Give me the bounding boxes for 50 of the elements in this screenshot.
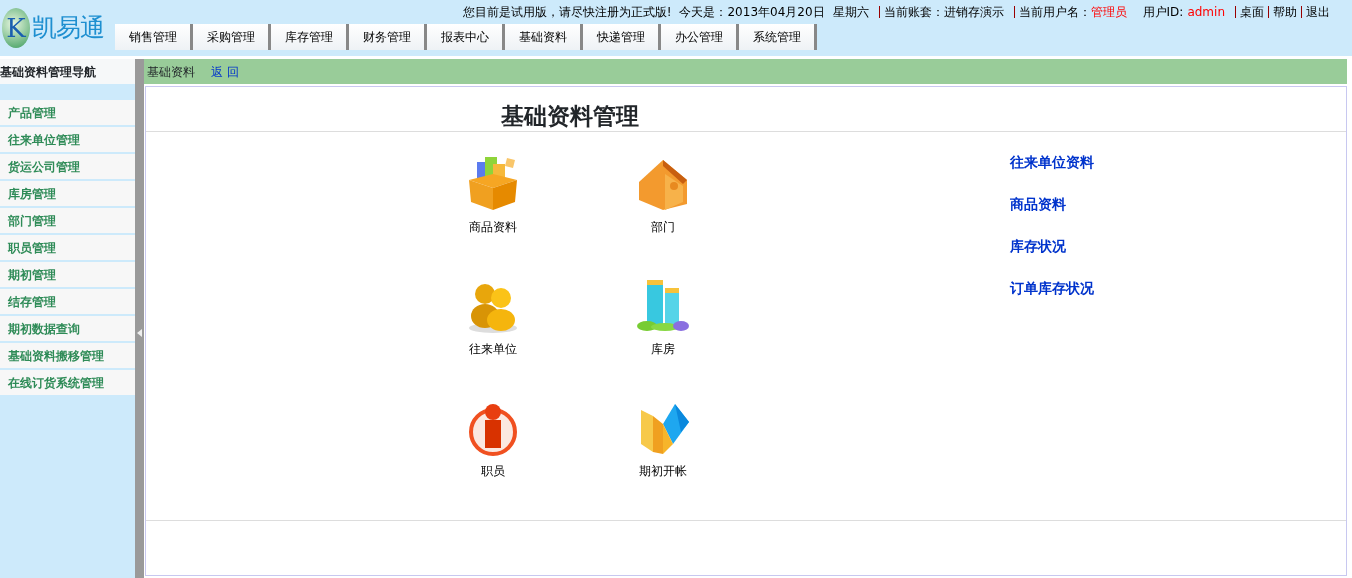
module-label[interactable]: 期初开帐 (639, 462, 687, 480)
account-name: 进销存演示 (943, 4, 1004, 21)
user-label: 当前用户名： (1018, 4, 1091, 21)
sidebar-item[interactable]: 产品管理 (0, 100, 135, 127)
trial-notice: 您目前是试用版，请尽快注册为正式版! (462, 4, 672, 21)
module-label[interactable]: 职员 (481, 462, 505, 480)
sidebar-item[interactable]: 期初数据查询 (0, 316, 135, 343)
user-id: admin (1187, 4, 1225, 21)
header-link[interactable]: 退出 (1306, 3, 1330, 21)
sidebar-item[interactable]: 部门管理 (0, 208, 135, 235)
breadcrumb-text: 基础资料 (147, 63, 195, 81)
nav-tab[interactable]: 办公管理 (661, 24, 739, 50)
sidebar-item[interactable]: 货运公司管理 (0, 154, 135, 181)
header-link[interactable]: 帮助 (1273, 3, 1297, 21)
sidebar-item[interactable]: 往来单位管理 (0, 127, 135, 154)
back-link[interactable]: 返 回 (211, 62, 239, 81)
sidebar-item[interactable]: 在线订货系统管理 (0, 370, 135, 397)
nav-tab[interactable]: 采购管理 (193, 24, 271, 50)
sidebar-item[interactable]: 结存管理 (0, 289, 135, 316)
date-text: 2013年04月20日 (727, 4, 825, 21)
module-label[interactable]: 部门 (651, 218, 675, 236)
quick-link[interactable]: 往来单位资料 (1010, 152, 1094, 172)
header-link[interactable]: 桌面 (1240, 3, 1264, 21)
nav-tab[interactable]: 系统管理 (739, 24, 817, 50)
user-name: 管理员 (1090, 4, 1127, 21)
logo-text: 凯易通 (32, 12, 104, 45)
collapse-arrow-icon[interactable] (137, 328, 142, 337)
weekday-text: 星期六 (832, 4, 869, 21)
sidebar-item[interactable]: 期初管理 (0, 262, 135, 289)
nav-tab[interactable]: 财务管理 (349, 24, 427, 50)
nav-tab[interactable]: 销售管理 (115, 24, 193, 50)
nav-tab[interactable]: 报表中心 (427, 24, 505, 50)
module-label[interactable]: 往来单位 (469, 340, 517, 358)
module-label[interactable]: 商品资料 (469, 218, 517, 236)
user-id-label: 用户ID: (1142, 4, 1184, 21)
module-label[interactable]: 库房 (651, 340, 675, 358)
sidebar-item[interactable]: 职员管理 (0, 235, 135, 262)
sidebar-item[interactable]: 库房管理 (0, 181, 135, 208)
nav-tab[interactable]: 库存管理 (271, 24, 349, 50)
quick-link[interactable]: 商品资料 (1010, 194, 1094, 214)
account-label: 当前账套： (883, 4, 944, 21)
logo-mark: K (2, 8, 30, 48)
sidebar-item[interactable]: 基础资料搬移管理 (0, 343, 135, 370)
date-label: 今天是： (679, 4, 728, 21)
nav-tab[interactable]: 快递管理 (583, 24, 661, 50)
nav-tab[interactable]: 基础资料 (505, 24, 583, 50)
quick-link[interactable]: 订单库存状况 (1010, 278, 1094, 298)
quick-link[interactable]: 库存状况 (1010, 236, 1094, 256)
sidebar-title: 基础资料管理导航 (0, 59, 135, 84)
page-title: 基础资料管理 (501, 102, 639, 130)
